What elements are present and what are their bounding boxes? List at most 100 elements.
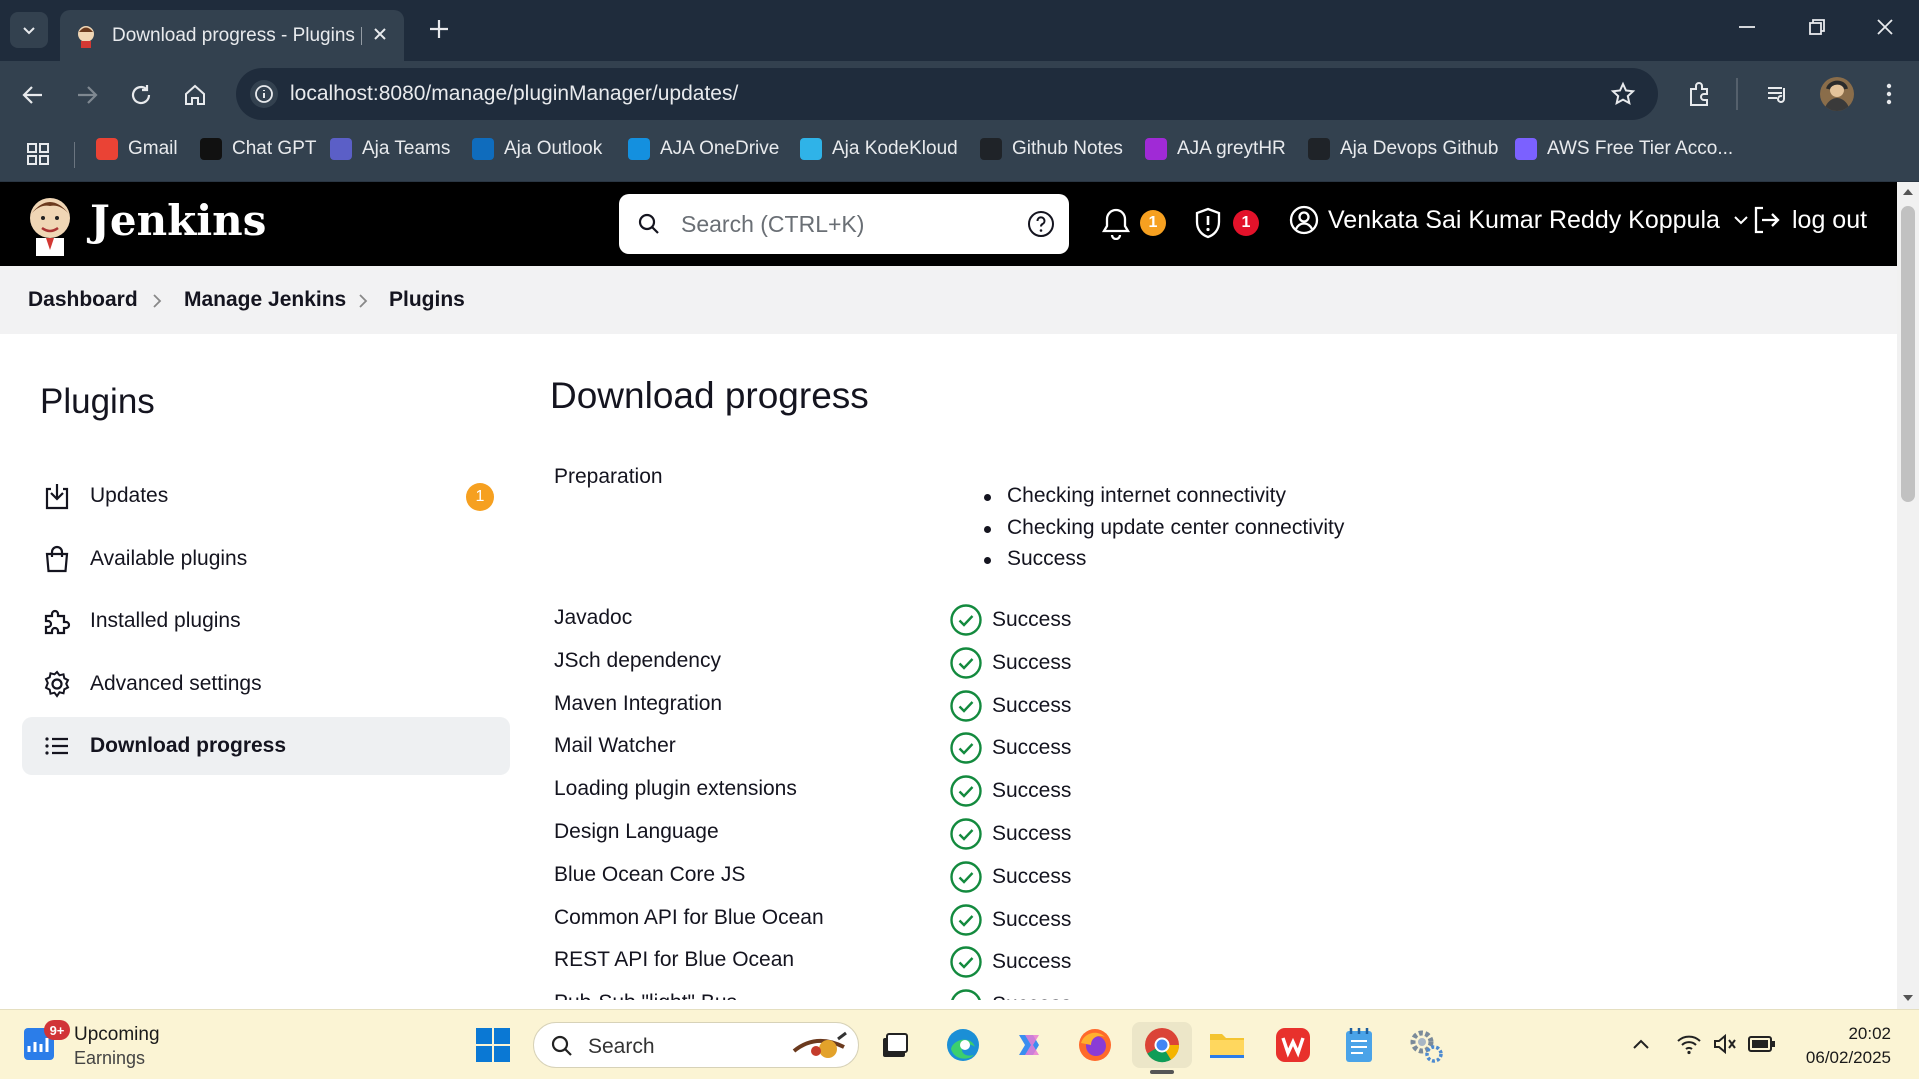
chevron-up-icon[interactable] [1630, 1034, 1652, 1056]
windows-logo-icon [476, 1028, 510, 1062]
copilot-app[interactable] [1010, 1026, 1048, 1064]
download-row: Design Language Success [554, 817, 1254, 860]
status-label: Success [992, 821, 1072, 845]
profile-avatar[interactable] [1820, 77, 1854, 111]
sidebar-item-installed-plugins[interactable]: Installed plugins [22, 592, 510, 650]
bookmark-item[interactable]: AJA OneDrive [628, 138, 779, 160]
settings-app[interactable] [1406, 1026, 1444, 1064]
browser-tab-active[interactable]: Download progress - Plugins [J… [60, 10, 404, 61]
address-bar[interactable]: localhost:8080/manage/pluginManager/upda… [236, 68, 1658, 120]
preparation-label: Preparation [554, 465, 663, 488]
bookmark-item[interactable]: Aja Outlook [472, 138, 602, 160]
chrome-app-active[interactable] [1132, 1022, 1192, 1074]
more-menu-icon[interactable] [1876, 80, 1902, 108]
home-icon[interactable] [182, 82, 208, 108]
breadcrumb-dashboard[interactable]: Dashboard [28, 288, 138, 312]
widget-title: Upcoming [74, 1024, 160, 1045]
bookmark-star-icon[interactable] [1610, 81, 1636, 107]
outlook-icon [472, 138, 494, 160]
system-clock[interactable]: 20:02 06/02/2025 [1806, 1022, 1891, 1070]
security-button[interactable]: 1 [1192, 206, 1259, 240]
plugin-name: JSch dependency [554, 648, 721, 672]
jenkins-title[interactable]: Jenkins [90, 196, 266, 245]
help-icon[interactable] [1027, 210, 1055, 238]
start-button[interactable] [474, 1026, 512, 1064]
tab-search-button[interactable] [10, 12, 48, 48]
file-explorer-app[interactable] [1208, 1026, 1246, 1064]
plugin-name: Maven Integration [554, 691, 723, 715]
speaker-muted-icon[interactable] [1712, 1032, 1738, 1056]
wifi-icon[interactable] [1676, 1032, 1702, 1056]
download-status-list: Javadoc Success JSch dependency Success Mave… [554, 603, 1254, 1031]
github-icon [1308, 138, 1330, 160]
edge-app[interactable] [944, 1026, 982, 1064]
bookmark-item[interactable]: AWS Free Tier Acco... [1515, 138, 1733, 160]
bookmark-item[interactable]: Chat GPT [200, 138, 316, 160]
restore-icon[interactable] [1806, 16, 1828, 38]
widget-subtitle: Earnings [74, 1048, 146, 1068]
bookmark-item[interactable]: Gmail [96, 138, 178, 160]
scroll-up-icon[interactable] [1903, 188, 1913, 196]
notepad-app[interactable] [1340, 1026, 1378, 1064]
user-circle-icon [1289, 205, 1319, 235]
sidebar-item-available-plugins[interactable]: Available plugins [22, 530, 510, 588]
forward-icon[interactable] [74, 82, 100, 108]
sidebar-item-advanced-settings[interactable]: Advanced settings [22, 655, 510, 713]
scrollbar-thumb[interactable] [1901, 206, 1915, 502]
breadcrumb-plugins[interactable]: Plugins [389, 288, 465, 312]
jenkins-search-box[interactable]: Search (CTRL+K) [619, 194, 1069, 254]
sidebar-item-download-progress[interactable]: Download progress [22, 717, 510, 775]
user-menu[interactable]: Venkata Sai Kumar Reddy Koppula [1288, 204, 1750, 236]
notifications-button[interactable]: 1 [1100, 206, 1166, 240]
new-tab-icon[interactable] [424, 14, 454, 44]
site-info-button[interactable] [250, 80, 278, 108]
download-row: Mail Watcher Success [554, 731, 1254, 774]
bookmark-item[interactable]: Aja Teams [330, 138, 450, 160]
taskbar-search[interactable]: Search [533, 1022, 859, 1068]
close-window-icon[interactable] [1874, 16, 1896, 38]
back-icon[interactable] [20, 82, 46, 108]
close-tab-icon[interactable] [370, 24, 390, 44]
updates-badge: 1 [466, 483, 494, 511]
battery-icon[interactable] [1748, 1034, 1776, 1054]
download-row: Javadoc Success [554, 603, 1254, 646]
extensions-icon[interactable] [1686, 80, 1714, 108]
list-icon [45, 737, 68, 755]
minimize-icon[interactable] [1736, 16, 1758, 38]
success-check-icon [950, 903, 982, 936]
bookmark-label: Aja Outlook [504, 138, 603, 159]
widgets-button[interactable]: 9+ Upcoming Earnings [22, 1020, 160, 1068]
sidebar-item-updates[interactable]: Updates 1 [22, 467, 510, 525]
wps-office-app[interactable] [1274, 1026, 1312, 1064]
success-check-icon [950, 689, 982, 722]
apps-grid-icon[interactable] [26, 142, 50, 166]
wps-icon [1276, 1028, 1310, 1062]
bookmark-item[interactable]: Github Notes [980, 138, 1123, 160]
shopping-bag-icon [45, 545, 69, 573]
sidebar-item-label: Installed plugins [90, 609, 241, 632]
bookmark-item[interactable]: Aja KodeKloud [800, 138, 958, 160]
page-scrollbar[interactable] [1897, 182, 1919, 1009]
reload-icon[interactable] [128, 82, 154, 108]
success-check-icon [950, 861, 982, 893]
sidebar-item-label: Advanced settings [90, 672, 262, 695]
copilot-icon [1019, 1035, 1039, 1055]
scroll-down-icon[interactable] [1903, 994, 1913, 1002]
status-label: Success [992, 779, 1072, 803]
logout-label: log out [1792, 205, 1868, 234]
gmail-icon [96, 138, 118, 160]
task-view-button[interactable] [876, 1026, 914, 1064]
bookmark-item[interactable]: AJA greytHR [1145, 138, 1286, 160]
status-cell: Success [949, 903, 1071, 937]
firefox-app[interactable] [1076, 1026, 1114, 1064]
bookmark-label: Aja KodeKloud [832, 138, 958, 159]
media-control-icon[interactable] [1764, 80, 1792, 108]
bookmark-label: AJA greytHR [1177, 138, 1286, 159]
plugin-name: Javadoc [554, 606, 633, 629]
github-icon [980, 138, 1002, 160]
jenkins-logo-icon[interactable] [26, 194, 74, 256]
sidebar-title: Plugins [40, 382, 155, 421]
logout-button[interactable]: log out [1750, 204, 1867, 236]
breadcrumb-manage-jenkins[interactable]: Manage Jenkins [184, 288, 346, 312]
bookmark-item[interactable]: Aja Devops Github [1308, 138, 1498, 160]
